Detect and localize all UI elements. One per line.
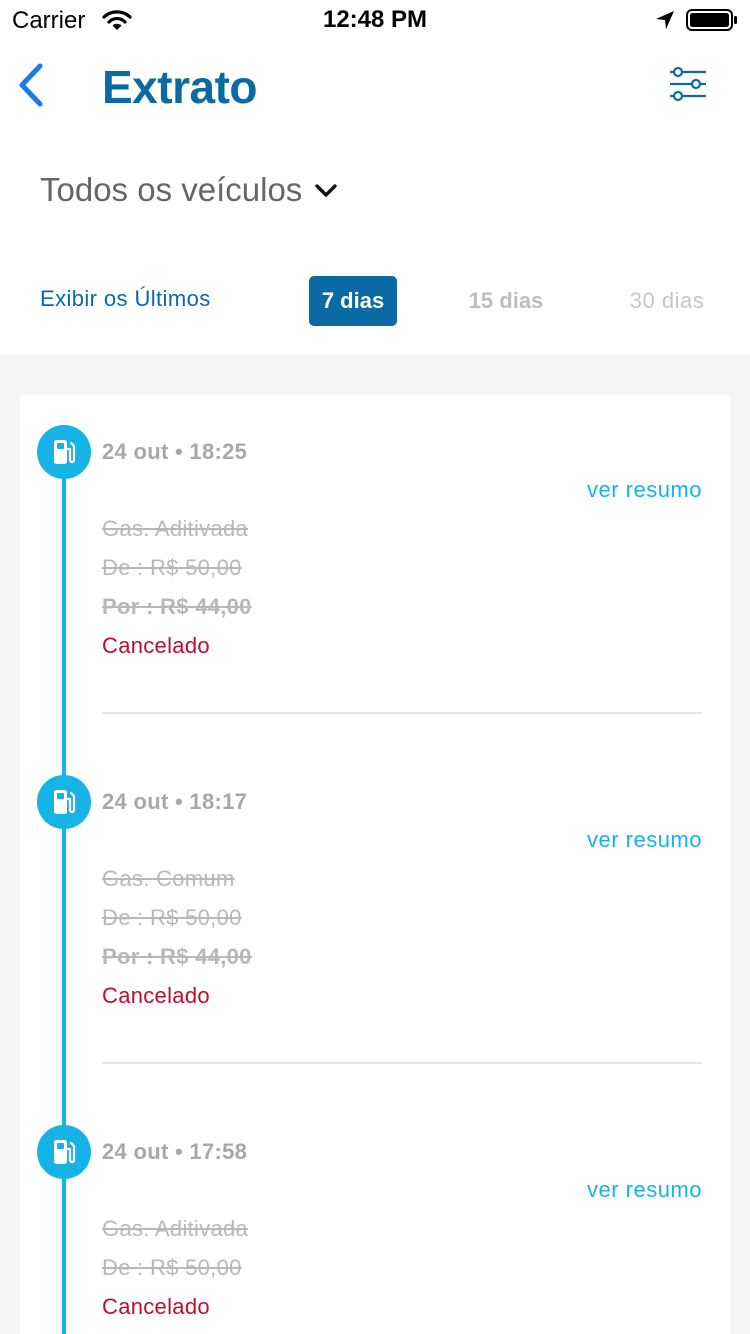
- transaction-date: 24 out • 18:17: [102, 789, 248, 814]
- period-7-days-button[interactable]: 7 dias: [309, 276, 397, 326]
- entry-divider: [102, 1062, 702, 1064]
- transaction-date: 24 out • 17:58: [102, 1139, 248, 1164]
- status-bar: Carrier 12:48 PM: [0, 0, 750, 40]
- discounted-price: Por : R$ 44,00: [102, 594, 252, 619]
- nav-bar: Extrato: [0, 40, 750, 130]
- transaction-date: 24 out • 18:25: [102, 439, 248, 464]
- entry-divider: [102, 712, 702, 714]
- fuel-type: Gas. Aditivada: [102, 1216, 249, 1241]
- page-title: Extrato: [102, 61, 257, 113]
- fuel-pump-icon: [37, 775, 91, 829]
- transaction-entry: 24 out • 18:17 ver resumo Gas. Comum De …: [0, 775, 750, 1105]
- back-chevron-icon[interactable]: [14, 62, 48, 108]
- fuel-type: Gas. Aditivada: [102, 516, 249, 541]
- discounted-price: Por : R$ 44,00: [102, 944, 252, 969]
- status-cancelled: Cancelado: [102, 1294, 210, 1319]
- extrato-screen: Carrier 12:48 PM Extrato Todos os veícul…: [0, 0, 750, 1334]
- status-cancelled: Cancelado: [102, 633, 210, 658]
- fuel-pump-icon: [37, 425, 91, 479]
- transaction-entry: 24 out • 17:58 ver resumo Gas. Aditivada…: [0, 1125, 750, 1334]
- vehicle-dropdown[interactable]: Todos os veículos: [40, 168, 338, 212]
- fuel-type: Gas. Comum: [102, 866, 235, 891]
- period-30-days-button[interactable]: 30 dias: [612, 276, 722, 326]
- sliders-icon[interactable]: [668, 66, 708, 102]
- view-summary-link[interactable]: ver resumo: [587, 827, 702, 853]
- battery-icon: [686, 9, 737, 31]
- status-cancelled: Cancelado: [102, 983, 210, 1008]
- period-filter-label: Exibir os Últimos: [40, 286, 211, 311]
- fuel-pump-icon: [37, 1125, 91, 1179]
- period-filter: Exibir os Últimos 7 dias 15 dias 30 dias: [0, 276, 750, 326]
- view-summary-link[interactable]: ver resumo: [587, 477, 702, 503]
- original-price: De : R$ 50,00: [102, 905, 242, 930]
- vehicle-dropdown-label: Todos os veículos: [40, 171, 303, 208]
- clock: 12:48 PM: [322, 6, 428, 33]
- original-price: De : R$ 50,00: [102, 1255, 242, 1280]
- original-price: De : R$ 50,00: [102, 555, 242, 580]
- period-15-days-button[interactable]: 15 dias: [456, 276, 556, 326]
- location-arrow-icon: [656, 11, 674, 29]
- transaction-entry: 24 out • 18:25 ver resumo Gas. Aditivada…: [0, 425, 750, 755]
- view-summary-link[interactable]: ver resumo: [587, 1177, 702, 1203]
- chevron-down-icon: [315, 184, 338, 197]
